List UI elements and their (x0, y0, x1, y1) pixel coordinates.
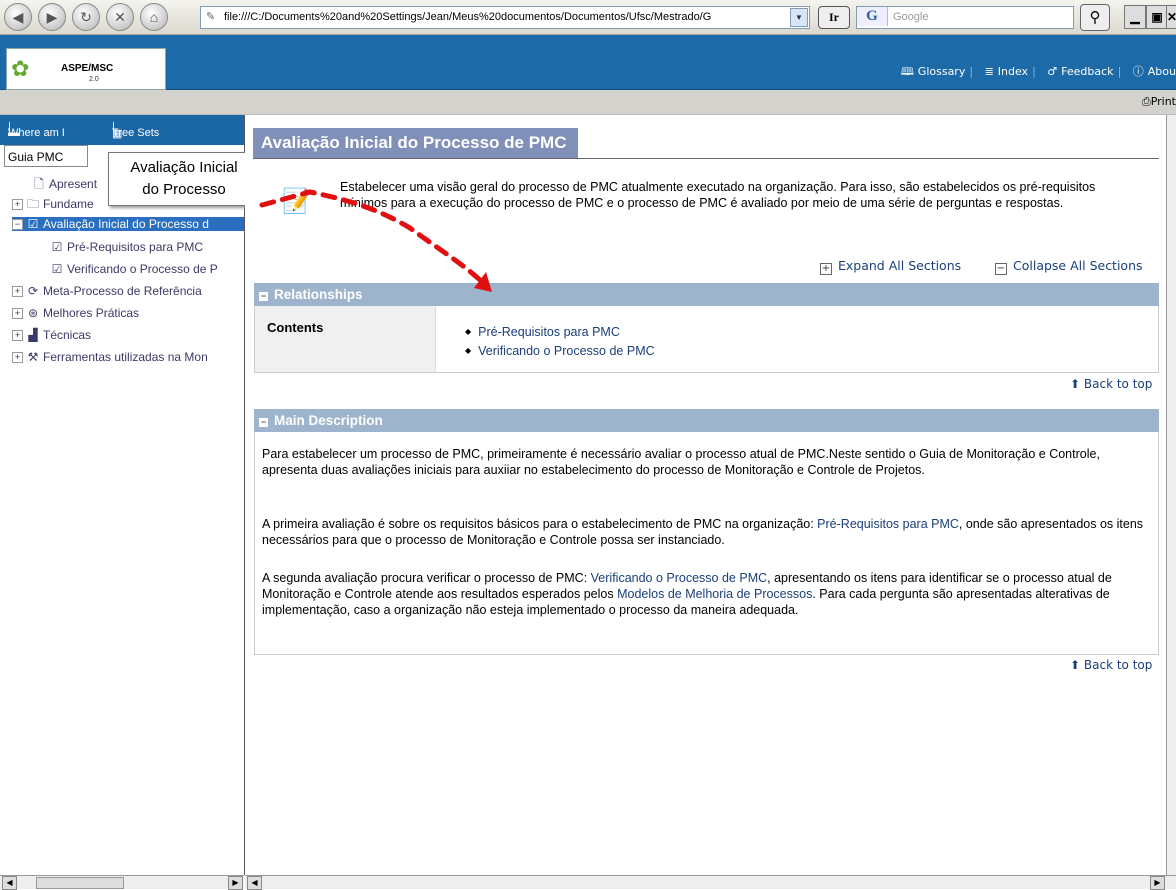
verificando-link[interactable]: Verificando o Processo de PMC (591, 571, 767, 585)
main-vertical-scrollbar[interactable] (1166, 115, 1176, 875)
title-divider (253, 158, 1159, 159)
description-paragraph-3: A segunda avaliação procura verificar o … (262, 571, 1112, 617)
tree-item-verificando[interactable]: ☑ Verificando o Processo de P (50, 262, 244, 276)
stop-icon[interactable]: ✕ (106, 3, 134, 31)
logo-mark-icon: ✿ (11, 56, 30, 81)
description-paragraph-2: A primeira avaliação é sobre os requisit… (262, 517, 1144, 547)
close-icon[interactable]: ✕ (1166, 5, 1176, 29)
page-icon: 🗋 (34, 177, 44, 191)
header-links: 🕮 Glossary | ≣ Index | ♂ Feedback | ⓘ Abou (900, 65, 1176, 78)
main-horizontal-scrollbar[interactable] (245, 875, 1176, 889)
relationships-header[interactable]: − Relationships (254, 283, 1159, 306)
print-link[interactable]: ⎙Print (1142, 95, 1176, 109)
forward-arrow-icon[interactable]: ▶ (38, 3, 66, 31)
expand-icon[interactable]: + (12, 286, 23, 297)
google-search-input[interactable]: G Google (856, 6, 1074, 29)
index-icon: ≣ (984, 65, 994, 78)
tab-where-am-i[interactable]: ▬ Where am I | (8, 121, 65, 139)
folder-icon: 🗀 (26, 197, 39, 211)
app-logo: ✿ ASPE/MSC 2.0 (6, 48, 166, 90)
print-bar (0, 90, 1176, 115)
expand-icon: + (820, 263, 832, 275)
logo-version: 2.0 (89, 76, 99, 83)
tree-item-avaliacao[interactable]: − ☑ Avaliação Inicial do Processo d (12, 217, 244, 231)
glossary-icon: 🕮 (900, 65, 914, 78)
callout-line-1: Avaliação Inicial (130, 159, 238, 176)
tree-item-ferramentas[interactable]: + ⚒ Ferramentas utilizadas na Mon (12, 350, 244, 364)
checklist-icon: ☑ (51, 240, 63, 254)
cycle-icon: ⟳ (27, 284, 39, 298)
back-to-top-link[interactable]: ⬆ Back to top (1070, 658, 1152, 672)
maximize-icon[interactable]: ▣ (1146, 5, 1168, 29)
tool-icon: ⚒ (27, 350, 39, 364)
expand-all-link[interactable]: + Expand All Sections (820, 258, 961, 275)
left-tabs: ▬ Where am I | ▦ Tree Sets | (0, 115, 244, 145)
tree-item-tecnicas[interactable]: + ▟ Técnicas (12, 328, 91, 342)
reload-icon[interactable]: ↻ (72, 3, 100, 31)
guia-selector[interactable]: Guia PMC (4, 145, 88, 167)
google-placeholder: Google (893, 11, 929, 23)
up-arrow-icon: ⬆ (1070, 658, 1081, 672)
google-logo-icon: G (857, 7, 888, 26)
about-icon: ⓘ (1132, 65, 1144, 78)
feedback-link[interactable]: Feedback (1061, 65, 1113, 78)
chart-icon: ▟ (28, 328, 38, 342)
checklist-icon: ☑ (27, 217, 39, 231)
callout-line-2: do Processo (142, 181, 226, 198)
expand-icon[interactable]: + (12, 330, 23, 341)
intro-text: Estabelecer uma visão geral do processo … (340, 180, 1096, 210)
glossary-link[interactable]: Glossary (918, 65, 966, 78)
collapse-icon: − (995, 263, 1007, 275)
tree-item-fundamentos[interactable]: + 🗀 Fundame (12, 195, 94, 216)
page-title: Avaliação Inicial do Processo de PMC (253, 128, 579, 158)
left-scroll-thumb[interactable] (36, 877, 124, 889)
feedback-icon: ♂ (1047, 65, 1058, 78)
main-description-header[interactable]: − Main Description (254, 409, 1159, 432)
modelos-melhoria-link[interactable]: Modelos de Melhoria de Processos (617, 587, 812, 601)
tree-item-apresentacao[interactable]: 🗋 Apresent (32, 175, 97, 196)
back-arrow-icon[interactable]: ◀ (4, 3, 32, 31)
bullet-icon: ◆ (465, 327, 472, 336)
go-button[interactable]: Ir (818, 6, 850, 29)
page-icon: ✎ (206, 11, 216, 23)
description-paragraph-1: Para estabelecer um processo de PMC, pri… (262, 447, 1100, 477)
tree-item-melhores-praticas[interactable]: + ⊛ Melhores Práticas (12, 306, 139, 320)
search-icon[interactable]: ⚲ (1080, 4, 1110, 31)
index-link[interactable]: Index (998, 65, 1028, 78)
back-to-top-link[interactable]: ⬆ Back to top (1070, 377, 1152, 391)
checklist-icon: ☑ (51, 262, 63, 276)
document-icon: 📝 (282, 188, 312, 215)
expand-icon[interactable]: + (12, 199, 23, 210)
expand-icon[interactable]: + (12, 308, 23, 319)
relationship-link-pre-requisitos[interactable]: ◆ Pré-Requisitos para PMC (465, 325, 620, 339)
up-arrow-icon: ⬆ (1070, 377, 1081, 391)
minimize-icon[interactable]: ▁ (1124, 5, 1146, 29)
address-dropdown-icon[interactable]: ▼ (790, 8, 808, 27)
address-bar[interactable]: ✎ file:///C:/Documents%20and%20Settings/J… (200, 6, 810, 29)
lifebuoy-icon: ⊛ (27, 306, 39, 320)
collapse-icon: − (259, 291, 268, 301)
collapse-icon: − (259, 417, 268, 427)
collapse-icon[interactable]: − (12, 219, 23, 230)
address-text: file:///C:/Documents%20and%20Settings/Je… (224, 11, 712, 23)
bullet-icon: ◆ (465, 346, 472, 355)
about-link[interactable]: Abou (1148, 65, 1176, 78)
tab-tree-sets[interactable]: ▦ Tree Sets | (112, 121, 159, 140)
printer-icon: ⎙ (1141, 95, 1151, 108)
callout-box: Avaliação Inicial do Processo (108, 152, 260, 206)
relationship-link-verificando[interactable]: ◆ Verificando o Processo de PMC (465, 344, 655, 358)
home-icon[interactable]: ⌂ (140, 3, 168, 31)
collapse-all-link[interactable]: − Collapse All Sections (995, 258, 1143, 275)
pre-requisitos-link[interactable]: Pré-Requisitos para PMC (817, 517, 959, 531)
contents-label: Contents (255, 306, 436, 372)
logo-name: ASPE/MSC (61, 63, 114, 74)
expand-icon[interactable]: + (12, 352, 23, 363)
tree-item-pre-requisitos[interactable]: ☑ Pré-Requisitos para PMC (50, 240, 203, 254)
tree-item-meta-processo[interactable]: + ⟳ Meta-Processo de Referência (12, 284, 202, 298)
